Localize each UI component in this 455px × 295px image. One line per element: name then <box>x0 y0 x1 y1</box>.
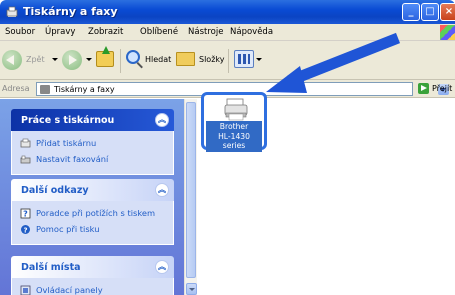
svg-text:?: ? <box>23 210 28 219</box>
panel-body: Ovládací panely <box>11 278 174 295</box>
print-troubleshooter-link[interactable]: ? Poradce při potížích s tiskem <box>20 206 173 222</box>
printer-fax-icon <box>40 85 50 94</box>
close-button[interactable]: × <box>440 3 455 21</box>
menu-bar: Soubor Úpravy Zobrazit Oblíbené Nástroje… <box>0 24 455 41</box>
printer-tasks-panel: Práce s tiskárnou ︽ Přidat tiskárnu Nast… <box>11 109 174 175</box>
panel-title: Další místa <box>21 262 81 273</box>
panel-item-label: Ovládací panely <box>36 285 103 295</box>
folders-icon[interactable] <box>176 52 195 66</box>
menu-view[interactable]: Zobrazit <box>88 27 123 37</box>
panel-title: Další odkazy <box>21 185 89 196</box>
toolbar: Zpět Hledat Složky <box>0 41 455 80</box>
collapse-chevron-icon[interactable]: ︽ <box>155 260 169 274</box>
collapse-chevron-icon[interactable]: ︽ <box>155 183 169 197</box>
panel-body: ? Poradce při potížích s tiskem ? Pomoc … <box>11 201 174 245</box>
window-title: Tiskárny a faxy <box>23 5 118 18</box>
printer-fax-icon <box>5 5 19 19</box>
task-pane: Práce s tiskárnou ︽ Přidat tiskárnu Nast… <box>0 99 184 295</box>
address-value: Tiskárny a faxy <box>54 85 115 94</box>
task-pane-scrollbar[interactable] <box>184 99 197 295</box>
menu-help[interactable]: Nápověda <box>230 27 273 37</box>
windows-logo-icon <box>440 25 455 40</box>
printer-label: Brother HL-1430 series <box>206 121 262 152</box>
minimize-button[interactable]: _ <box>402 3 420 21</box>
back-dropdown-icon[interactable] <box>52 58 58 61</box>
help-question-icon: ? <box>20 208 31 219</box>
fax-icon <box>20 155 31 164</box>
views-icon[interactable] <box>234 50 254 68</box>
printer-name-line2: HL-1430 series <box>218 131 250 151</box>
panel-item-label: Nastavit faxování <box>36 154 109 164</box>
other-links-panel: Další odkazy ︽ ? Poradce při potížích s … <box>11 179 174 245</box>
panel-header[interactable]: Práce s tiskárnou ︽ <box>11 109 174 131</box>
title-bar: Tiskárny a faxy _ □ × <box>0 0 455 24</box>
menu-favorites[interactable]: Oblíbené <box>140 27 178 37</box>
panel-item-label: Pomoc při tisku <box>36 224 100 234</box>
search-icon[interactable] <box>126 50 140 64</box>
help-circle-icon: ? <box>21 225 30 235</box>
control-panel-icon <box>20 285 31 295</box>
printing-help-link[interactable]: ? Pomoc při tisku <box>20 222 173 238</box>
panel-body: Přidat tiskárnu Nastavit faxování <box>11 131 174 175</box>
scroll-thumb[interactable] <box>186 102 196 278</box>
forward-dropdown-icon[interactable] <box>86 58 92 61</box>
go-arrow-icon[interactable] <box>418 83 429 94</box>
up-folder-icon[interactable] <box>96 46 114 67</box>
other-places-panel: Další místa ︽ Ovládací panely <box>11 256 174 295</box>
panel-item-label: Poradce při potížích s tiskem <box>36 208 156 218</box>
scroll-down-button[interactable] <box>186 283 197 295</box>
views-dropdown-icon[interactable] <box>256 58 262 61</box>
add-printer-link[interactable]: Přidat tiskárnu <box>20 136 173 152</box>
add-printer-icon <box>20 138 31 148</box>
menu-edit[interactable]: Úpravy <box>45 27 75 37</box>
search-button[interactable]: Hledat <box>145 55 171 64</box>
control-panel-link[interactable]: Ovládací panely <box>20 283 173 295</box>
panel-title: Práce s tiskárnou <box>21 115 115 126</box>
printer-list: Brother HL-1430 series <box>197 92 455 295</box>
menu-file[interactable]: Soubor <box>5 27 35 37</box>
svg-text:?: ? <box>23 227 27 235</box>
printer-icon <box>224 98 248 121</box>
toolbar-divider <box>120 49 121 73</box>
panel-item-label: Přidat tiskárnu <box>36 138 97 148</box>
forward-arrow-icon <box>69 55 77 65</box>
address-label: Adresa <box>2 84 30 93</box>
go-button[interactable]: Přejít <box>432 84 452 93</box>
back-button[interactable] <box>2 50 22 70</box>
collapse-chevron-icon[interactable]: ︽ <box>155 113 169 127</box>
menu-tools[interactable]: Nástroje <box>188 27 223 37</box>
maximize-button[interactable]: □ <box>421 3 439 21</box>
toolbar-divider <box>228 49 229 73</box>
printer-name-line1: Brother <box>219 122 249 131</box>
folders-button[interactable]: Složky <box>199 55 224 64</box>
panel-header[interactable]: Další odkazy ︽ <box>11 179 174 201</box>
forward-button[interactable] <box>62 50 82 70</box>
back-arrow-icon <box>6 55 14 65</box>
back-label: Zpět <box>26 55 45 64</box>
panel-header[interactable]: Další místa ︽ <box>11 256 174 278</box>
printer-item[interactable]: Brother HL-1430 series <box>201 92 267 152</box>
setup-fax-link[interactable]: Nastavit faxování <box>20 152 173 168</box>
